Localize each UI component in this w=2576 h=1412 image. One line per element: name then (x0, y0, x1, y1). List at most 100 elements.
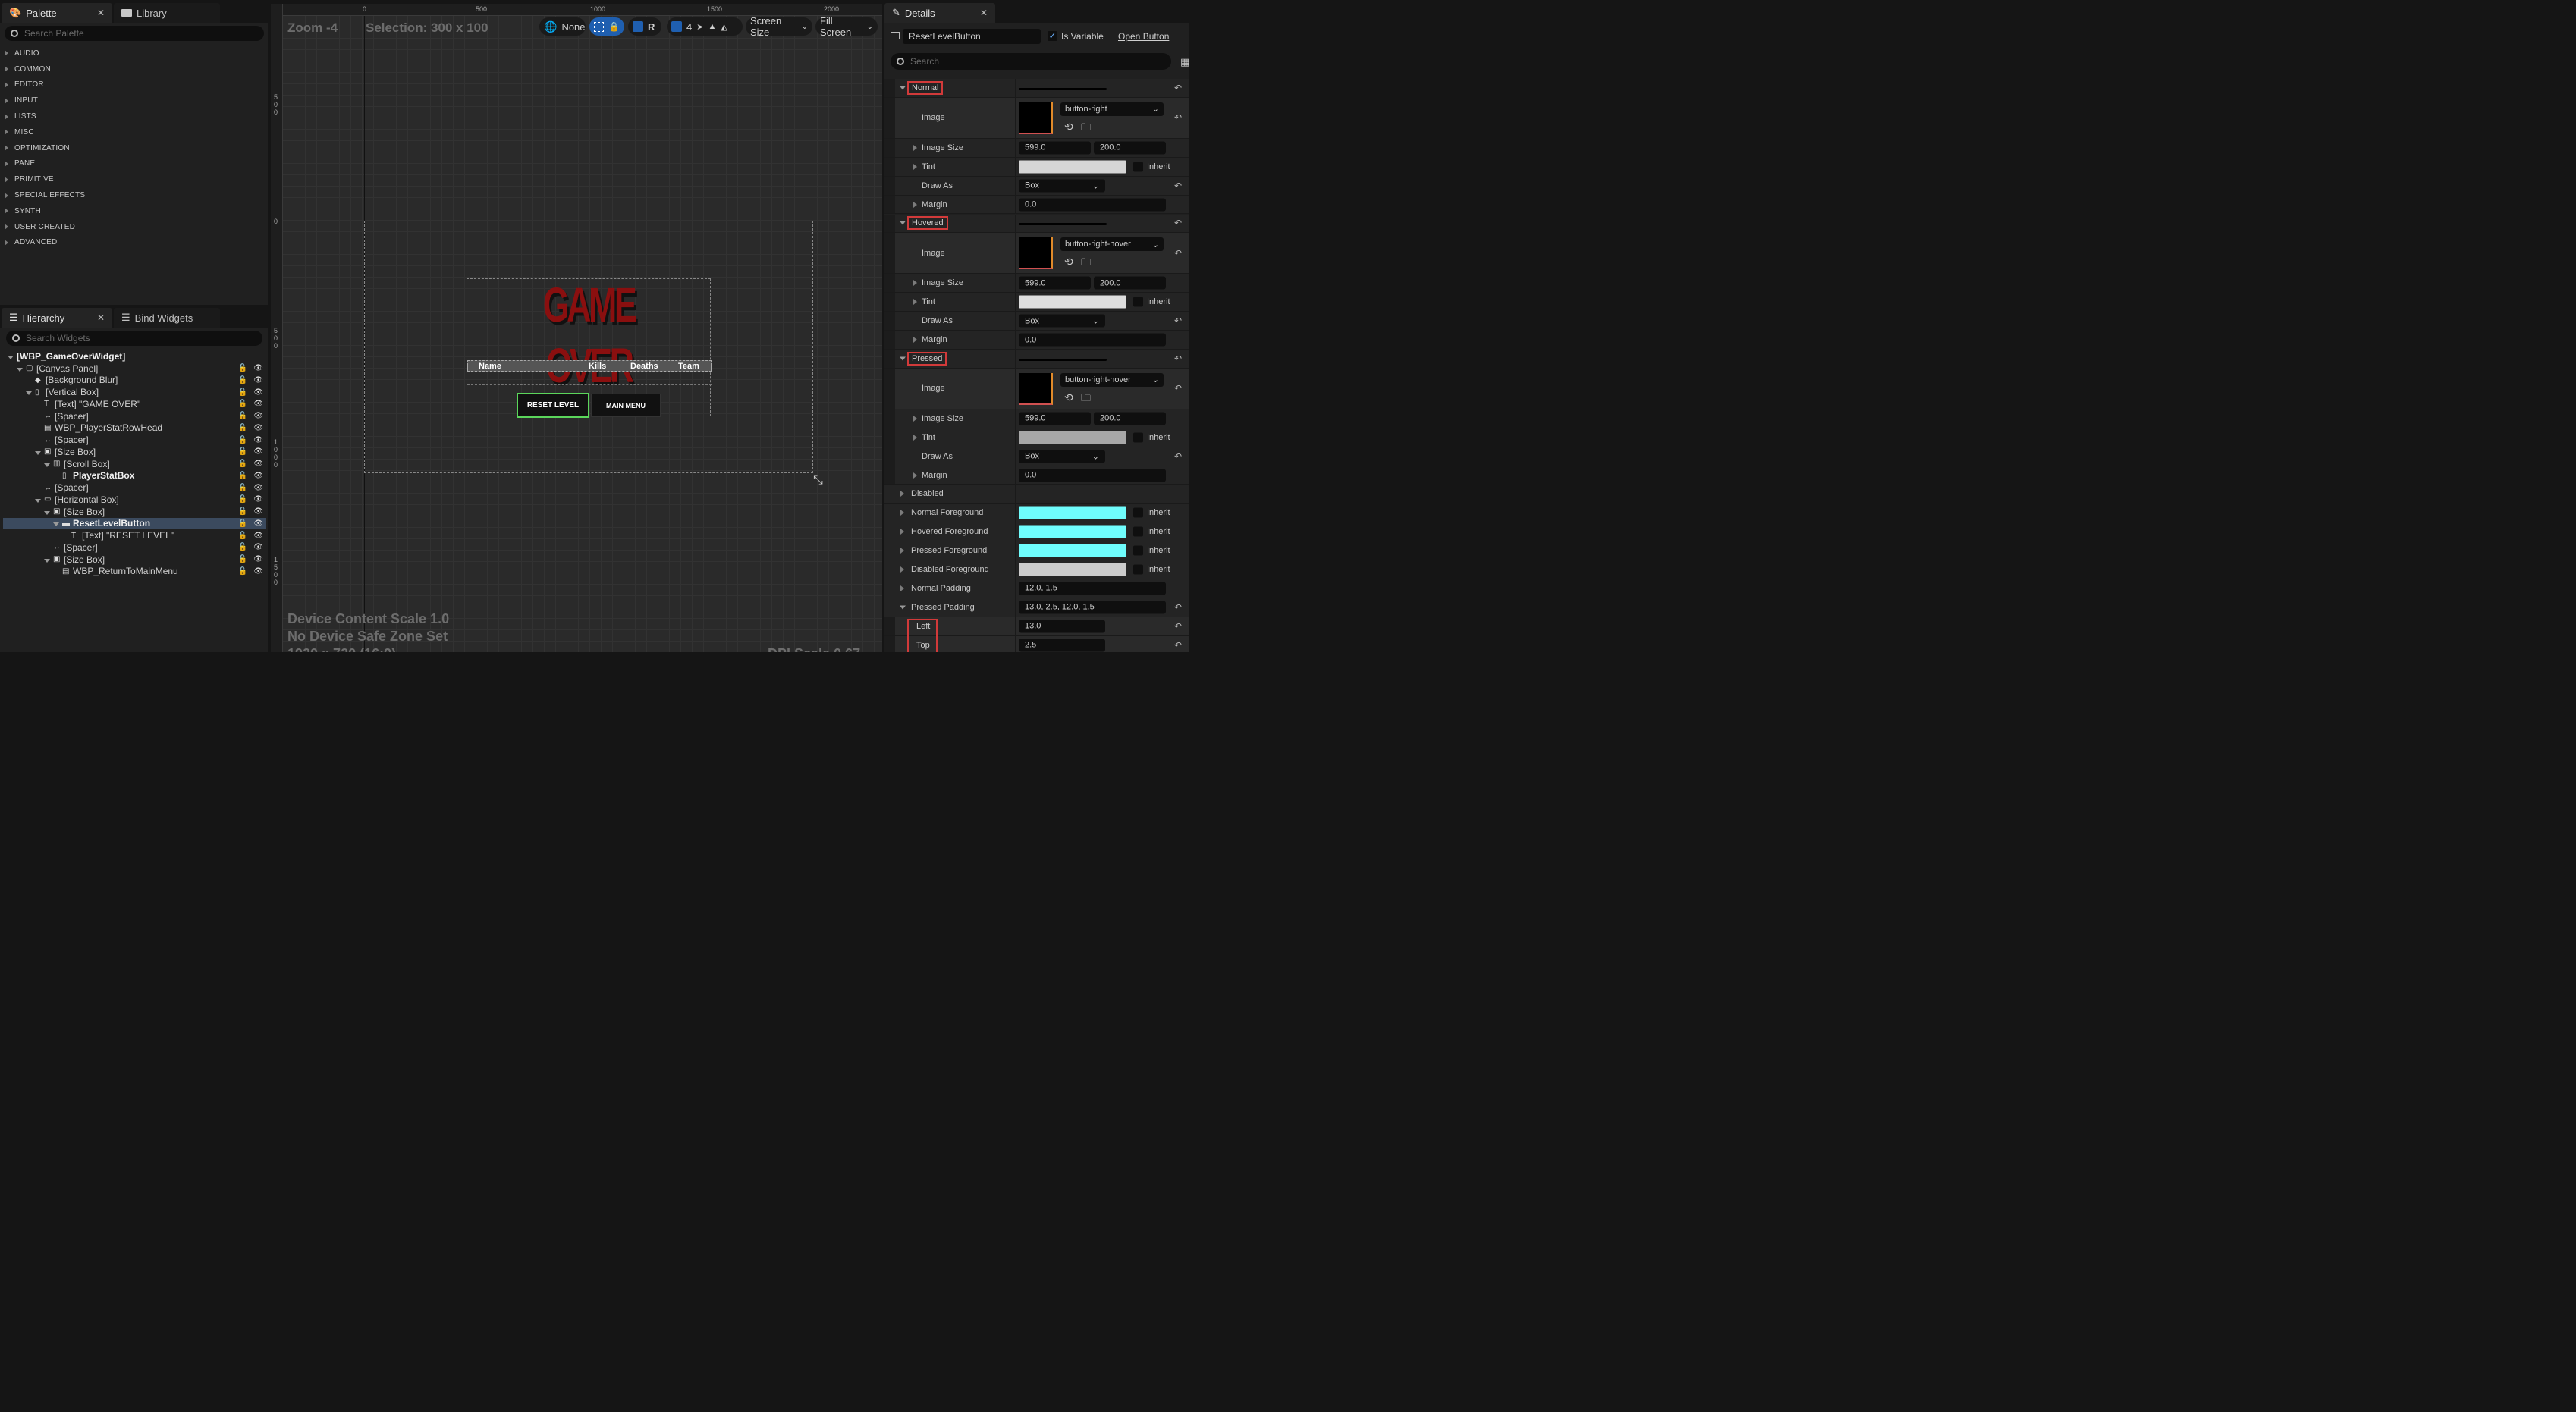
reset-to-default-icon[interactable]: ↶ (1174, 180, 1182, 191)
eye-icon[interactable]: 👁 (253, 543, 263, 551)
reset-to-default-icon[interactable]: ↶ (1174, 83, 1182, 93)
expand-toggle[interactable] (44, 459, 53, 469)
tree-row[interactable]: T [Text] "RESET LEVEL" 🔓 👁 (3, 529, 266, 541)
pressed-padding-input[interactable]: 13.0, 2.5, 12.0, 1.5 (1019, 601, 1166, 614)
details-search-input[interactable]: Search (891, 53, 1171, 70)
eye-icon[interactable]: 👁 (253, 507, 263, 516)
inherit-checkbox[interactable] (1133, 507, 1143, 518)
lock-icon[interactable]: 🔓 (238, 376, 247, 384)
chevron-right-icon[interactable] (900, 510, 904, 516)
screen-size-dropdown[interactable]: Screen Size ⌄ (746, 15, 812, 38)
layout-toggle[interactable]: R (628, 17, 661, 36)
tree-row[interactable]: ▭ [Horizontal Box] 🔓 👁 (3, 494, 266, 506)
reset-to-default-icon[interactable]: ↶ (1174, 353, 1182, 364)
chevron-right-icon[interactable] (913, 472, 917, 479)
lock-icon[interactable]: 🔓 (238, 555, 247, 563)
resize-handle-icon[interactable]: ⤡ (813, 474, 823, 488)
close-icon[interactable]: ✕ (97, 312, 105, 323)
chevron-right-icon[interactable] (900, 566, 904, 573)
color-swatch[interactable] (1019, 544, 1126, 557)
lock-icon[interactable]: 🔓 (238, 424, 247, 432)
draw-as-dropdown[interactable]: Box ⌄ (1019, 450, 1105, 463)
chevron-down-icon[interactable] (900, 605, 906, 610)
main-menu-button[interactable]: MAIN MENU (591, 394, 661, 417)
color-swatch[interactable] (1019, 563, 1126, 576)
eye-icon[interactable]: 👁 (253, 376, 263, 384)
image-thumbnail[interactable] (1019, 102, 1053, 134)
lock-toggle[interactable]: 🔒 (589, 17, 624, 36)
tree-row[interactable]: ↔ [Spacer] 🔓 👁 (3, 541, 266, 554)
palette-category[interactable]: OPTIMIZATION (0, 140, 268, 156)
tree-row[interactable]: [WBP_GameOverWidget] (3, 350, 266, 362)
chevron-right-icon[interactable] (913, 280, 917, 287)
image-thumbnail[interactable] (1019, 237, 1053, 270)
expand-toggle[interactable] (26, 387, 35, 397)
chevron-down-icon[interactable] (900, 221, 906, 225)
expand-toggle[interactable] (17, 363, 26, 374)
lock-icon[interactable]: 🔓 (238, 495, 247, 504)
lock-icon[interactable]: 🔓 (238, 460, 247, 468)
palette-category[interactable]: AUDIO (0, 45, 268, 61)
expand-toggle[interactable] (8, 351, 17, 362)
eye-icon[interactable]: 👁 (253, 484, 263, 492)
tree-row[interactable]: ▣ [Size Box] 🔓 👁 (3, 506, 266, 518)
palette-search-input[interactable]: Search Palette (5, 26, 264, 41)
palette-category[interactable]: PRIMITIVE (0, 171, 268, 187)
eye-icon[interactable]: 👁 (253, 447, 263, 456)
expand-toggle[interactable] (44, 554, 53, 565)
grid-toggle[interactable]: 4 ➤ ▲ ◭ (667, 17, 743, 36)
reset-to-default-icon[interactable]: ↶ (1174, 218, 1182, 228)
eye-icon[interactable]: 👁 (253, 364, 263, 372)
margin-input[interactable]: 0.0 (1019, 469, 1166, 482)
reset-to-default-icon[interactable]: ↶ (1174, 451, 1182, 462)
color-swatch[interactable] (1019, 506, 1126, 519)
reset-to-default-icon[interactable]: ↶ (1174, 640, 1182, 651)
draw-as-dropdown[interactable]: Box ⌄ (1019, 314, 1105, 328)
tree-row[interactable]: ◆ [Background Blur] 🔓 👁 (3, 375, 266, 387)
inherit-checkbox[interactable] (1133, 432, 1143, 443)
eye-icon[interactable]: 👁 (253, 388, 263, 397)
lock-icon[interactable]: 🔓 (238, 447, 247, 456)
eye-icon[interactable]: 👁 (253, 412, 263, 420)
browse-folder-icon[interactable]: 🗀 (1081, 121, 1091, 137)
reset-to-default-icon[interactable]: ↶ (1174, 621, 1182, 632)
image-asset-dropdown[interactable]: button-right ⌄ (1060, 102, 1164, 116)
tab-bind-widgets[interactable]: ☰ Bind Widgets (114, 308, 220, 328)
margin-input[interactable]: 0.0 (1019, 333, 1166, 347)
close-icon[interactable]: ✕ (97, 8, 105, 18)
eye-icon[interactable]: 👁 (253, 424, 263, 432)
lock-icon[interactable]: 🔓 (238, 412, 247, 420)
inherit-checkbox[interactable] (1133, 297, 1143, 307)
palette-category[interactable]: EDITOR (0, 77, 268, 93)
lock-icon[interactable]: 🔓 (238, 388, 247, 397)
reset-to-default-icon[interactable]: ↶ (1174, 602, 1182, 613)
lock-icon[interactable]: 🔓 (238, 519, 247, 528)
palette-category[interactable]: USER CREATED (0, 219, 268, 235)
palette-category[interactable]: INPUT (0, 93, 268, 108)
tree-row[interactable]: ▣ [Size Box] 🔓 👁 (3, 446, 266, 458)
chevron-down-icon[interactable] (900, 356, 906, 361)
tree-row[interactable]: ▣ [Size Box] 🔓 👁 (3, 554, 266, 566)
tree-row[interactable]: ▤ WBP_ReturnToMainMenu 🔓 👁 (3, 566, 266, 578)
image-thumbnail[interactable] (1019, 372, 1053, 405)
palette-category[interactable]: LISTS (0, 108, 268, 124)
chevron-right-icon[interactable] (913, 144, 917, 151)
image-size-x-input[interactable]: 599.0 (1019, 412, 1091, 425)
fill-screen-dropdown[interactable]: Fill Screen ⌄ (815, 15, 878, 38)
lock-icon[interactable]: 🔓 (238, 507, 247, 516)
chevron-right-icon[interactable] (913, 434, 917, 441)
image-size-y-input[interactable]: 200.0 (1094, 412, 1166, 425)
inherit-checkbox[interactable] (1133, 526, 1143, 537)
tree-row[interactable]: ↔ [Spacer] 🔓 👁 (3, 434, 266, 446)
tree-row[interactable]: ↔ [Spacer] 🔓 👁 (3, 482, 266, 494)
lock-icon[interactable]: 🔓 (238, 543, 247, 551)
image-size-y-input[interactable]: 200.0 (1094, 276, 1166, 290)
tab-library[interactable]: Library (114, 3, 220, 23)
normal-padding-input[interactable]: 12.0, 1.5 (1019, 582, 1166, 595)
palette-category[interactable]: ADVANCED (0, 235, 268, 251)
palette-category[interactable]: SPECIAL EFFECTS (0, 187, 268, 203)
browse-folder-icon[interactable]: 🗀 (1081, 391, 1091, 408)
image-asset-dropdown[interactable]: button-right-hover ⌄ (1060, 372, 1164, 387)
tree-row[interactable]: ▢ [Canvas Panel] 🔓 👁 (3, 362, 266, 375)
palette-category[interactable]: MISC (0, 124, 268, 140)
